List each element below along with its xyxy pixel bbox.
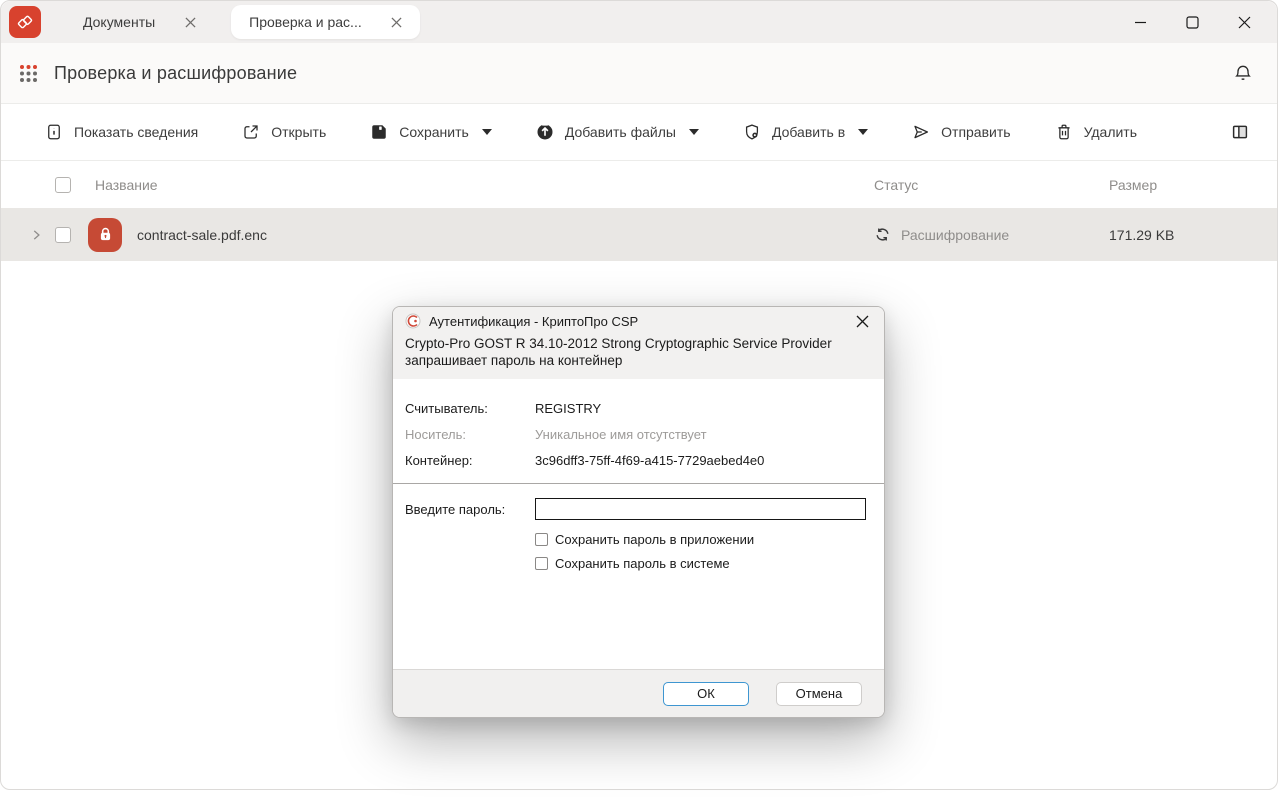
send-label: Отправить xyxy=(941,124,1010,140)
show-details-label: Показать сведения xyxy=(74,124,198,140)
info-document-icon xyxy=(45,123,63,141)
dialog-footer: ОК Отмена xyxy=(393,669,884,717)
cryptopro-auth-dialog: Аутентификация - КриптоПро CSP Crypto-Pr… xyxy=(392,306,885,718)
tab-documents-close-icon[interactable] xyxy=(181,13,199,31)
select-all-checkbox[interactable] xyxy=(55,177,71,193)
dialog-header: Аутентификация - КриптоПро CSP Crypto-Pr… xyxy=(393,307,884,379)
row-checkbox[interactable] xyxy=(55,227,71,243)
media-value: Уникальное имя отсутствует xyxy=(535,427,707,442)
add-files-button[interactable]: Добавить файлы xyxy=(536,123,699,141)
chevron-down-icon xyxy=(858,129,868,135)
checkbox-icon[interactable] xyxy=(535,533,548,546)
file-size: 171.29 KB xyxy=(1109,227,1174,243)
password-input[interactable] xyxy=(535,498,866,520)
show-details-button[interactable]: Показать сведения xyxy=(45,123,198,141)
shield-add-icon xyxy=(743,123,761,141)
container-value: 3c96dff3-75ff-4f69-a415-7729aebed4e0 xyxy=(535,453,764,468)
save-password-app-checkbox[interactable]: Сохранить пароль в приложении xyxy=(535,532,872,547)
column-status: Статус xyxy=(874,177,918,193)
password-label: Введите пароль: xyxy=(405,502,535,517)
save-password-system-checkbox[interactable]: Сохранить пароль в системе xyxy=(535,556,872,571)
delete-label: Удалить xyxy=(1084,124,1137,140)
close-button[interactable] xyxy=(1233,11,1255,33)
app-window: Документы Проверка и рас... xyxy=(0,0,1278,790)
app-logo-icon[interactable] xyxy=(9,6,41,38)
side-panel-toggle-icon[interactable] xyxy=(1231,123,1249,141)
open-button[interactable]: Открыть xyxy=(242,123,326,141)
tab-documents[interactable]: Документы xyxy=(55,5,213,39)
save-floppy-icon xyxy=(370,123,388,141)
dialog-title: Аутентификация - КриптоПро CSP xyxy=(429,314,844,329)
tab-documents-label: Документы xyxy=(83,14,155,30)
add-to-label: Добавить в xyxy=(772,124,845,140)
column-name: Название xyxy=(95,177,158,193)
checkbox-icon[interactable] xyxy=(535,557,548,570)
dialog-fields: Считыватель: REGISTRY Носитель: Уникальн… xyxy=(393,379,884,473)
file-name: contract-sale.pdf.enc xyxy=(137,227,267,243)
app-header: Проверка и расшифрование xyxy=(1,43,1277,103)
chevron-down-icon xyxy=(482,129,492,135)
column-size: Размер xyxy=(1109,177,1157,193)
save-password-system-label: Сохранить пароль в системе xyxy=(555,556,730,571)
apps-grid-icon[interactable] xyxy=(19,64,38,83)
add-to-button[interactable]: Добавить в xyxy=(743,123,868,141)
tab-bar: Документы Проверка и рас... xyxy=(1,1,1277,43)
window-controls xyxy=(1129,11,1277,33)
reader-value: REGISTRY xyxy=(535,401,601,416)
table-row[interactable]: contract-sale.pdf.enc Расшифрование 171.… xyxy=(1,208,1277,261)
status-text: Расшифрование xyxy=(901,227,1009,243)
dialog-close-icon[interactable] xyxy=(852,311,872,331)
cryptopro-logo-icon xyxy=(405,313,421,329)
container-label: Контейнер: xyxy=(405,453,535,468)
maximize-button[interactable] xyxy=(1181,11,1203,33)
reader-label: Считыватель: xyxy=(405,401,535,416)
send-button[interactable]: Отправить xyxy=(912,123,1010,141)
table-header: Название Статус Размер xyxy=(1,161,1277,208)
open-label: Открыть xyxy=(271,124,326,140)
encrypted-file-lock-icon xyxy=(88,218,122,252)
tab-verify-decrypt-label: Проверка и рас... xyxy=(249,14,362,30)
save-button[interactable]: Сохранить xyxy=(370,123,492,141)
save-password-app-label: Сохранить пароль в приложении xyxy=(555,532,754,547)
send-icon xyxy=(912,123,930,141)
password-section: Введите пароль: Сохранить пароль в прило… xyxy=(393,484,884,571)
dialog-message: Crypto-Pro GOST R 34.10-2012 Strong Cryp… xyxy=(405,335,872,369)
tab-verify-decrypt[interactable]: Проверка и рас... xyxy=(231,5,420,39)
tab-verify-decrypt-close-icon[interactable] xyxy=(388,13,406,31)
page-title: Проверка и расшифрование xyxy=(54,63,297,84)
toolbar: Показать сведения Открыть Сохранить xyxy=(1,103,1277,161)
row-expander-chevron-icon[interactable] xyxy=(29,228,55,242)
ok-button[interactable]: ОК xyxy=(663,682,749,706)
add-files-label: Добавить файлы xyxy=(565,124,676,140)
notifications-bell-icon[interactable] xyxy=(1233,63,1253,83)
minimize-button[interactable] xyxy=(1129,11,1151,33)
upload-icon xyxy=(536,123,554,141)
save-label: Сохранить xyxy=(399,124,469,140)
cancel-button[interactable]: Отмена xyxy=(776,682,862,706)
delete-button[interactable]: Удалить xyxy=(1055,123,1137,141)
open-external-icon xyxy=(242,123,260,141)
media-label: Носитель: xyxy=(405,427,535,442)
chevron-down-icon xyxy=(689,129,699,135)
trash-icon xyxy=(1055,123,1073,141)
status-spinner-icon xyxy=(874,226,891,243)
